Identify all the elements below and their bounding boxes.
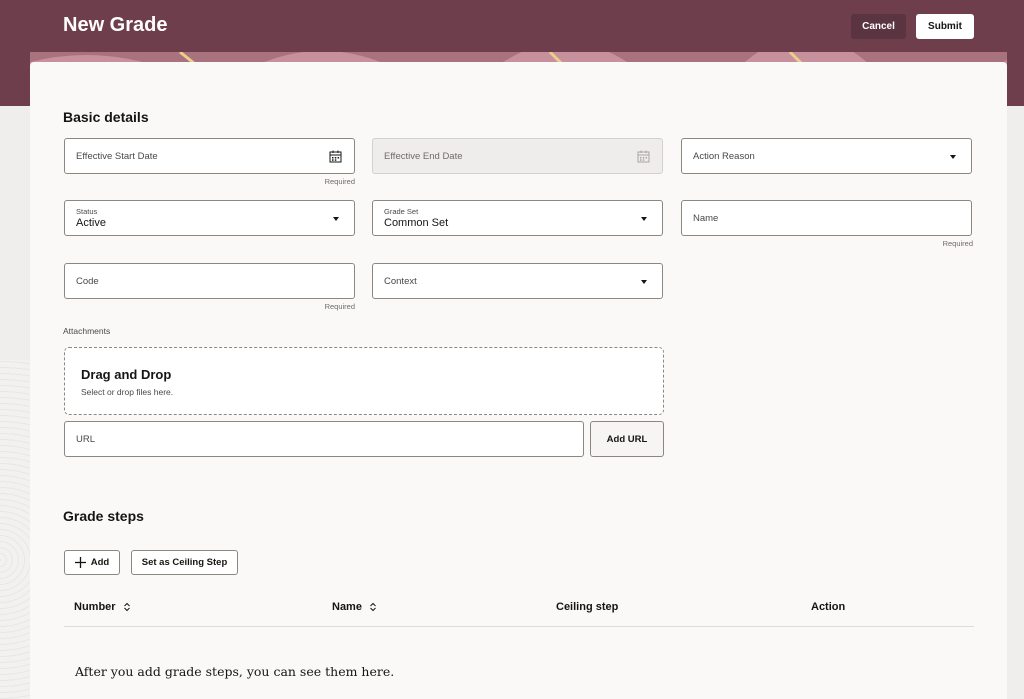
grade-set-label: Grade Set bbox=[384, 207, 419, 216]
add-grade-step-button[interactable]: Add bbox=[64, 550, 120, 575]
effective-start-date-required: Required bbox=[324, 177, 355, 186]
dropzone-subtitle: Select or drop files here. bbox=[81, 387, 174, 397]
calendar-icon bbox=[637, 150, 650, 163]
add-button-label: Add bbox=[90, 557, 110, 568]
column-header-ceiling-step: Ceiling step bbox=[556, 601, 618, 613]
page-title: New Grade bbox=[63, 14, 168, 36]
column-header-name[interactable]: Name bbox=[332, 601, 377, 613]
table-divider bbox=[64, 626, 974, 627]
cancel-button[interactable]: Cancel bbox=[851, 14, 906, 39]
background-texture bbox=[0, 360, 30, 699]
url-label: URL bbox=[76, 434, 96, 445]
status-value: Active bbox=[76, 217, 106, 229]
name-label: Name bbox=[693, 213, 719, 224]
effective-end-date-field: Effective End Date bbox=[372, 138, 663, 174]
context-select[interactable]: Context bbox=[372, 263, 663, 299]
submit-button[interactable]: Submit bbox=[916, 14, 974, 39]
chevron-down-icon[interactable] bbox=[641, 217, 647, 221]
grade-steps-heading: Grade steps bbox=[63, 508, 144, 524]
action-reason-select[interactable]: Action Reason bbox=[681, 138, 972, 174]
calendar-icon[interactable] bbox=[329, 150, 342, 163]
column-number-label: Number bbox=[74, 601, 116, 613]
status-label: Status bbox=[76, 207, 98, 216]
column-ceiling-label: Ceiling step bbox=[556, 601, 619, 613]
plus-icon bbox=[74, 557, 86, 568]
action-reason-label: Action Reason bbox=[693, 151, 755, 162]
code-required: Required bbox=[324, 302, 355, 311]
attachments-label: Attachments bbox=[63, 326, 111, 336]
chevron-down-icon[interactable] bbox=[641, 280, 647, 284]
effective-start-date-field[interactable]: Effective Start Date bbox=[64, 138, 355, 174]
effective-end-date-label: Effective End Date bbox=[384, 151, 463, 162]
context-label: Context bbox=[384, 276, 417, 287]
effective-start-date-label: Effective Start Date bbox=[76, 151, 158, 162]
set-as-ceiling-step-button[interactable]: Set as Ceiling Step bbox=[131, 550, 238, 575]
sort-icon[interactable] bbox=[123, 602, 131, 612]
code-field[interactable]: Code bbox=[64, 263, 355, 299]
add-url-button[interactable]: Add URL bbox=[590, 421, 664, 457]
url-field[interactable]: URL bbox=[64, 421, 584, 457]
column-header-number[interactable]: Number bbox=[74, 601, 131, 613]
column-name-label: Name bbox=[332, 601, 362, 613]
chevron-down-icon[interactable] bbox=[950, 155, 956, 159]
dropzone-title: Drag and Drop bbox=[81, 367, 172, 382]
basic-details-heading: Basic details bbox=[63, 109, 149, 125]
file-dropzone[interactable]: Drag and Drop Select or drop files here. bbox=[64, 347, 664, 415]
sort-icon[interactable] bbox=[369, 602, 377, 612]
column-header-action: Action bbox=[811, 601, 845, 613]
grade-set-value: Common Set bbox=[384, 217, 449, 229]
code-label: Code bbox=[76, 276, 99, 287]
name-required: Required bbox=[942, 239, 973, 248]
name-field[interactable]: Name bbox=[681, 200, 972, 236]
chevron-down-icon[interactable] bbox=[333, 217, 339, 221]
column-action-label: Action bbox=[811, 601, 846, 613]
status-select[interactable]: Status Active bbox=[64, 200, 355, 236]
empty-table-message: After you add grade steps, you can see t… bbox=[75, 664, 395, 679]
grade-set-select[interactable]: Grade Set Common Set bbox=[372, 200, 663, 236]
